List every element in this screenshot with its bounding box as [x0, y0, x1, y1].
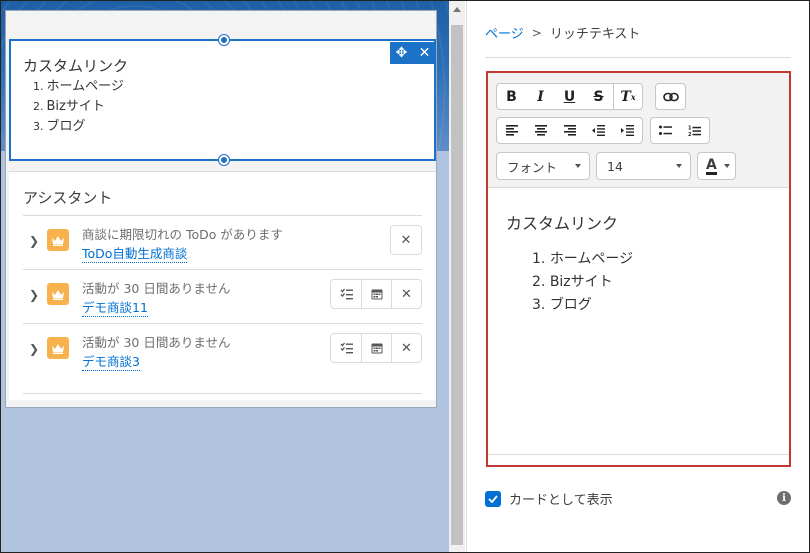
align-left-icon[interactable] [497, 118, 526, 143]
font-color-icon: A [706, 156, 717, 175]
resize-handle-top[interactable] [219, 35, 229, 45]
show-as-card-option[interactable]: カードとして表示 [485, 489, 613, 508]
list-item: 3. ブログ [33, 119, 86, 134]
chevron-right-icon[interactable]: ❯ [29, 342, 39, 356]
link-icon[interactable] [656, 84, 685, 109]
clear-format-button[interactable]: Tx [613, 84, 642, 109]
assistant-record-link[interactable]: ToDo自動生成商談 [82, 243, 188, 263]
font-size-select[interactable]: 14 [596, 152, 691, 180]
show-as-card-label: カードとして表示 [509, 493, 613, 508]
list-item: 1. ホームページ [532, 251, 634, 267]
font-family-value: フォント [507, 159, 558, 175]
font-family-select[interactable]: フォント [496, 152, 590, 180]
divider [488, 454, 789, 455]
breadcrumb: ページ > リッチテキスト [485, 23, 641, 43]
list-group: 12 [650, 117, 710, 144]
assistant-card: アシスタント ❯ 商談に期限切れの ToDo があります ToDo自動生成商談 … [9, 171, 436, 400]
component-toolbar: ✥ ✕ [390, 42, 436, 64]
indent-icon[interactable] [613, 118, 642, 143]
canvas-scrollbar[interactable] [449, 1, 465, 552]
breadcrumb-page-link[interactable]: ページ [485, 23, 524, 42]
list-item: 3. ブログ [532, 297, 592, 313]
editor-title-text: カスタムリンク [506, 214, 619, 233]
svg-text:1: 1 [688, 125, 692, 131]
component-title: カスタムリンク [23, 57, 129, 75]
chevron-down-icon [724, 164, 730, 168]
move-icon[interactable]: ✥ [390, 42, 413, 64]
close-icon[interactable]: ✕ [413, 42, 436, 64]
chevron-right-icon[interactable]: ❯ [29, 234, 39, 248]
assistant-row: ❯ 商談に期限切れの ToDo があります ToDo自動生成商談 ✕ [23, 215, 422, 269]
crown-icon [47, 229, 69, 251]
bold-button[interactable]: B [497, 84, 526, 109]
info-icon[interactable]: i [777, 491, 791, 505]
outdent-icon[interactable] [584, 118, 613, 143]
strikethrough-button[interactable]: S [584, 84, 613, 109]
rich-text-component[interactable]: ✥ ✕ カスタムリンク 1. ホームページ 2. Bizサイト 3. ブログ [9, 35, 436, 165]
editor-list: 1. ホームページ 2. Bizサイト 3. ブログ [532, 248, 633, 317]
assistant-record-link[interactable]: デモ商談11 [82, 297, 148, 317]
new-task-icon[interactable] [331, 334, 361, 362]
chevron-down-icon [575, 164, 581, 168]
scrollbar-thumb[interactable] [451, 25, 463, 545]
chevron-down-icon [676, 164, 682, 168]
close-icon[interactable]: ✕ [391, 226, 421, 254]
assistant-message: 活動が 30 日間ありません [82, 335, 231, 350]
chevron-right-icon[interactable]: ❯ [29, 288, 39, 302]
divider [23, 393, 422, 394]
row-actions: ✕ [390, 225, 422, 255]
crown-icon [47, 283, 69, 305]
list-item: 2. Bizサイト [33, 99, 105, 114]
resize-handle-bottom[interactable] [219, 155, 229, 165]
rich-text-editor[interactable]: B I U S Tx 12 フォント 14 A カスタムリンク 1. ホームペー… [486, 71, 791, 467]
show-as-card-checkbox[interactable] [485, 490, 501, 507]
list-item: 2. Bizサイト [532, 274, 613, 290]
page-canvas: ✥ ✕ カスタムリンク 1. ホームページ 2. Bizサイト 3. ブログ アシスタ… [1, 1, 449, 552]
scroll-up-arrow-icon[interactable] [453, 7, 461, 12]
page-column: ✥ ✕ カスタムリンク 1. ホームページ 2. Bizサイト 3. ブログ アシスタ… [5, 10, 437, 408]
assistant-record-link[interactable]: デモ商談3 [82, 351, 140, 371]
font-size-value: 14 [607, 158, 623, 174]
underline-button[interactable]: U [555, 84, 584, 109]
component-link-list: 1. ホームページ 2. Bizサイト 3. ブログ [33, 77, 124, 137]
font-color-button[interactable]: A [697, 152, 736, 180]
crown-icon [47, 337, 69, 359]
properties-panel: ページ > リッチテキスト B I U S Tx 1 2 フォント 14 A カ… [466, 1, 809, 552]
italic-button[interactable]: I [526, 84, 555, 109]
text-style-group: B I U S Tx [496, 83, 643, 110]
alignment-group [496, 117, 643, 144]
divider [485, 57, 791, 58]
assistant-message: 商談に期限切れの ToDo があります [82, 227, 283, 242]
numbered-list-icon[interactable]: 12 [680, 118, 709, 143]
assistant-row: ❯ 活動が 30 日間ありません デモ商談11 ✕ [23, 269, 422, 323]
list-item: 1. ホームページ [33, 79, 124, 94]
assistant-message: 活動が 30 日間ありません [82, 281, 231, 296]
editor-toolbar: B I U S Tx 12 フォント 14 A [488, 73, 789, 188]
calendar-icon[interactable] [361, 334, 391, 362]
new-task-icon[interactable] [331, 280, 361, 308]
link-group [655, 83, 686, 110]
breadcrumb-separator: > [531, 25, 542, 40]
close-icon[interactable]: ✕ [391, 280, 421, 308]
assistant-title: アシスタント [23, 189, 113, 207]
close-icon[interactable]: ✕ [391, 334, 421, 362]
svg-text:2: 2 [688, 132, 692, 137]
row-actions: ✕ [330, 279, 422, 309]
row-actions: ✕ [330, 333, 422, 363]
bulleted-list-icon[interactable] [651, 118, 680, 143]
align-center-icon[interactable] [526, 118, 555, 143]
assistant-row: ❯ 活動が 30 日間ありません デモ商談3 ✕ [23, 323, 422, 377]
align-right-icon[interactable] [555, 118, 584, 143]
breadcrumb-current: リッチテキスト [549, 27, 641, 42]
calendar-icon[interactable] [361, 280, 391, 308]
